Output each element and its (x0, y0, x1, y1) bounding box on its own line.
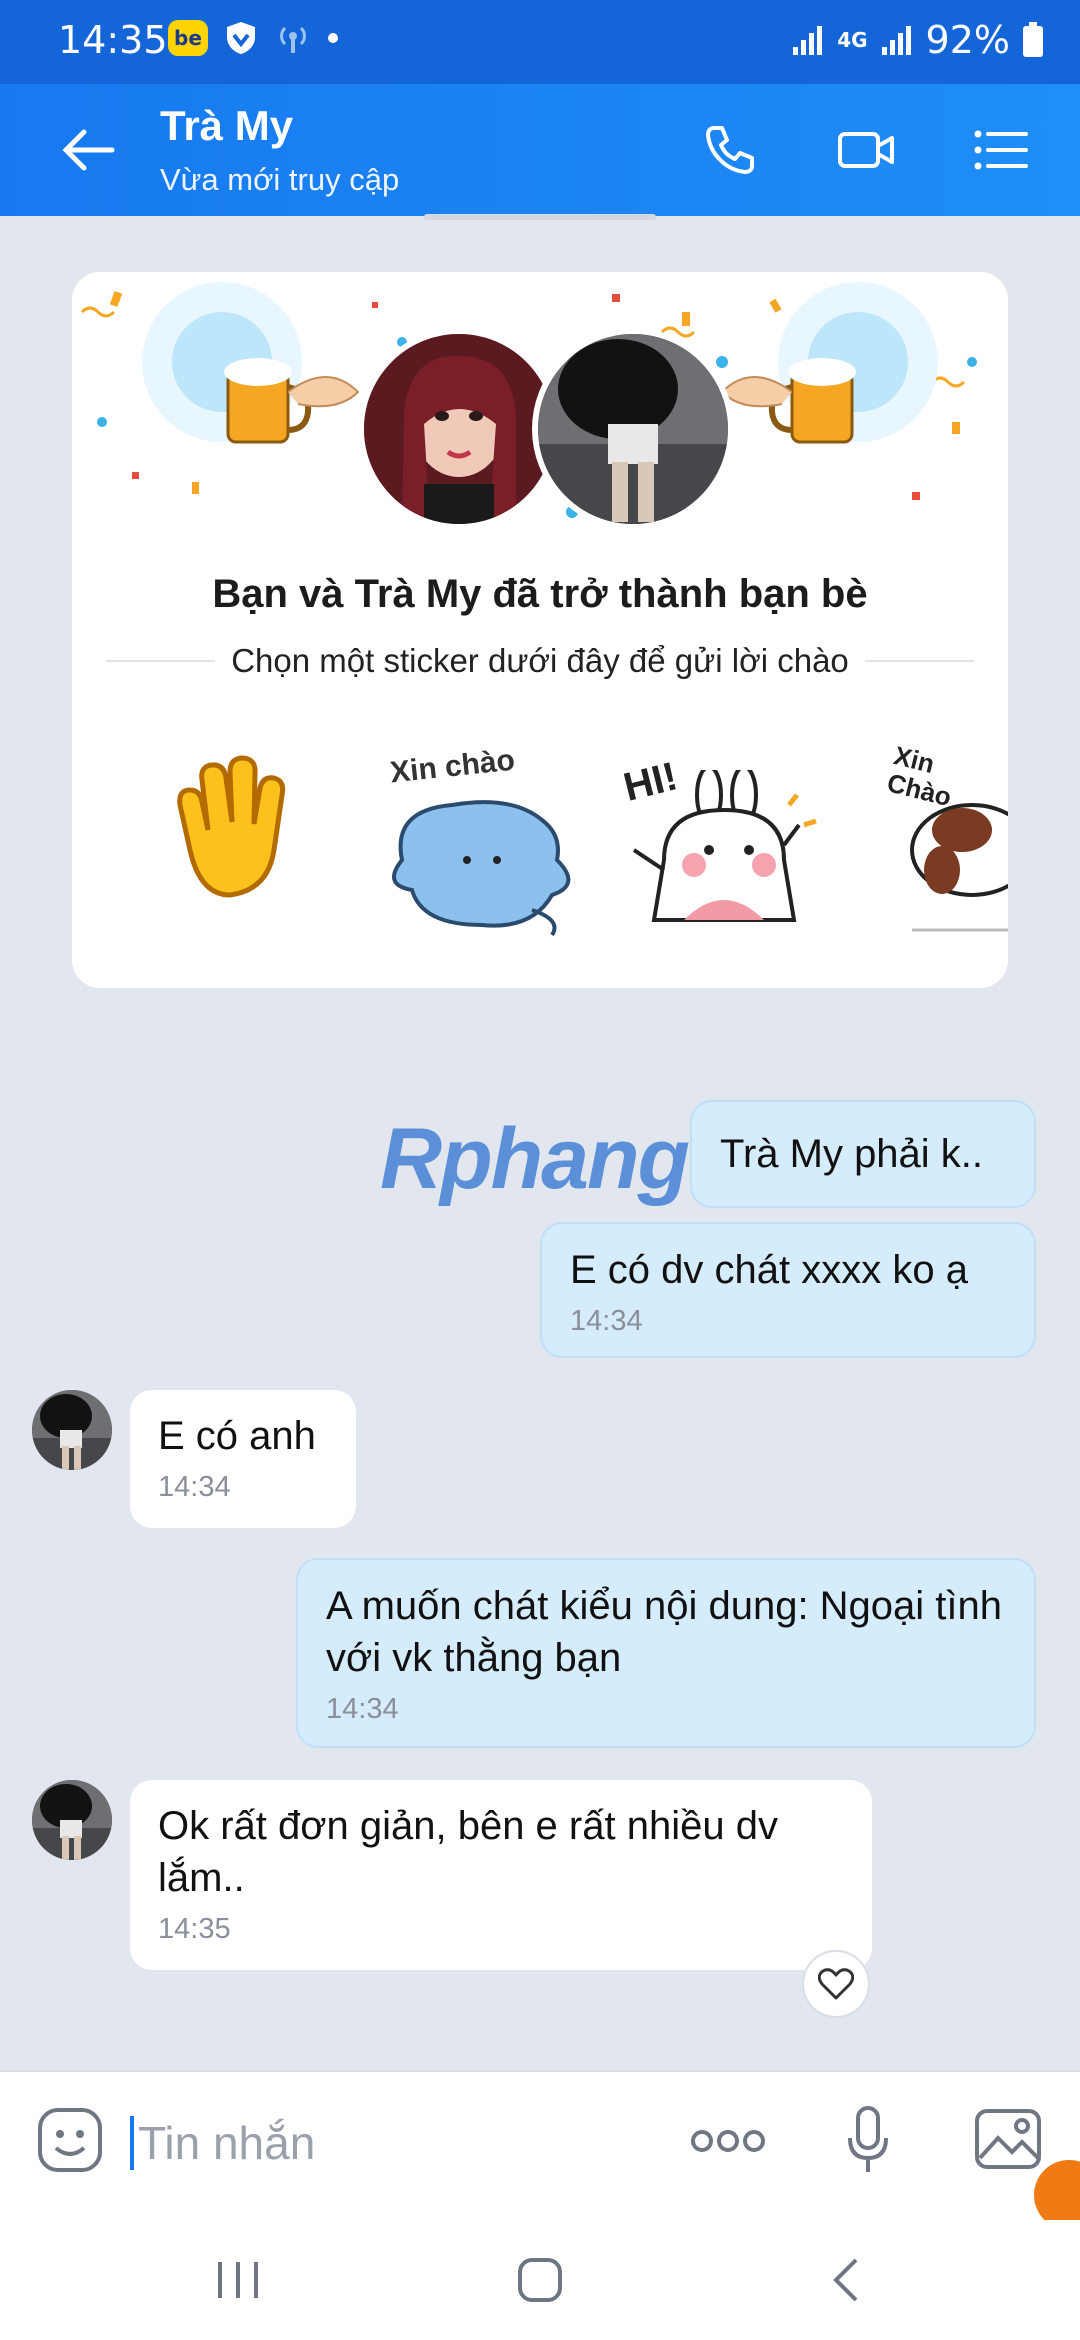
sticker-text: Xin chào (388, 743, 517, 790)
contact-avatar-small[interactable] (32, 1780, 112, 1860)
battery-percent: 92% (925, 18, 1010, 62)
system-nav-bar (0, 2220, 1080, 2340)
hotspot-icon (280, 26, 306, 53)
message-text: Trà My phải k.. (720, 1132, 984, 1176)
contact-avatar[interactable] (358, 328, 560, 530)
chat-header: Trà My Vừa mới truy cập (0, 84, 1080, 216)
heart-icon (818, 1968, 854, 2000)
composer-bar: Tin nhắn (0, 2070, 1080, 2230)
microphone-icon[interactable] (846, 2106, 890, 2176)
recent-apps-icon[interactable] (214, 2258, 262, 2302)
user-avatar[interactable] (532, 328, 734, 530)
react-heart-button[interactable] (802, 1950, 870, 2018)
back-arrow-icon[interactable] (60, 126, 116, 174)
menu-list-icon[interactable] (970, 120, 1030, 180)
cat-xin-chao-sticker[interactable]: Xin chào (382, 744, 582, 940)
message-input[interactable]: Tin nhắn (130, 2116, 315, 2170)
message-text: A muốn chát kiểu nội dung: Ngoại tình vớ… (326, 1584, 1003, 1680)
notification-dot-icon (328, 33, 338, 43)
message-bubble-out[interactable]: E có dv chát xxxx ko ạ 14:34 (540, 1222, 1036, 1358)
phone-icon[interactable] (700, 120, 760, 180)
vpn-shield-icon (227, 22, 255, 54)
person-photo-icon (538, 334, 728, 524)
message-time: 14:35 (158, 1913, 231, 1945)
divider-line (106, 660, 216, 662)
friend-card: Bạn và Trà My đã trở thành bạn bè Chọn m… (72, 272, 1008, 988)
friend-card-subtitle: Chọn một sticker dưới đây để gửi lời chà… (231, 642, 849, 679)
message-bubble-out[interactable]: Trà My phải k.. (690, 1100, 1036, 1208)
presence-status: Vừa mới truy cập (160, 162, 400, 197)
bunny-hi-sticker[interactable]: HI! (619, 750, 824, 940)
message-time: 14:34 (570, 1305, 643, 1337)
signal-icon-2 (881, 26, 911, 55)
message-bubble-out[interactable]: A muốn chát kiểu nội dung: Ngoại tình vớ… (296, 1558, 1036, 1748)
status-time: 14:35 (58, 18, 168, 62)
message-time: 14:34 (326, 1693, 399, 1725)
scroll-indicator (424, 214, 656, 220)
sticker-icon[interactable] (36, 2106, 104, 2174)
woman-portrait-icon (364, 334, 554, 524)
watermark: Rphang (380, 1111, 690, 1207)
home-icon[interactable] (516, 2256, 564, 2304)
image-icon[interactable] (974, 2108, 1042, 2170)
message-bubble-in[interactable]: Ok rất đơn giản, bên e rất nhiều dv lắm.… (130, 1780, 872, 1970)
message-text: E có anh (158, 1414, 316, 1458)
contact-avatar-small[interactable] (32, 1390, 112, 1470)
network-type: 4G (837, 28, 868, 52)
video-camera-icon[interactable] (836, 120, 896, 180)
be-app-icon: be (168, 20, 208, 56)
friend-card-title: Bạn và Trà My đã trở thành bạn bè (212, 572, 868, 616)
contact-name[interactable]: Trà My (160, 102, 293, 150)
waving-hand-sticker[interactable] (150, 750, 310, 910)
message-text: Ok rất đơn giản, bên e rất nhiều dv lắm.… (158, 1804, 778, 1900)
message-time: 14:34 (158, 1471, 231, 1503)
more-dots-icon[interactable] (690, 2126, 766, 2156)
message-text: E có dv chát xxxx ko ạ (570, 1248, 968, 1292)
divider-line (864, 660, 974, 662)
dog-xin-chao-sticker[interactable]: Xin Chào (882, 740, 1008, 940)
message-bubble-in[interactable]: E có anh 14:34 (130, 1390, 356, 1528)
back-nav-icon[interactable] (826, 2256, 866, 2304)
battery-icon (1023, 22, 1043, 57)
person-photo-icon (32, 1780, 112, 1860)
status-bar: 14:35 be 4G 92% (0, 0, 1080, 84)
signal-icon (793, 26, 823, 55)
person-photo-icon (32, 1390, 112, 1470)
